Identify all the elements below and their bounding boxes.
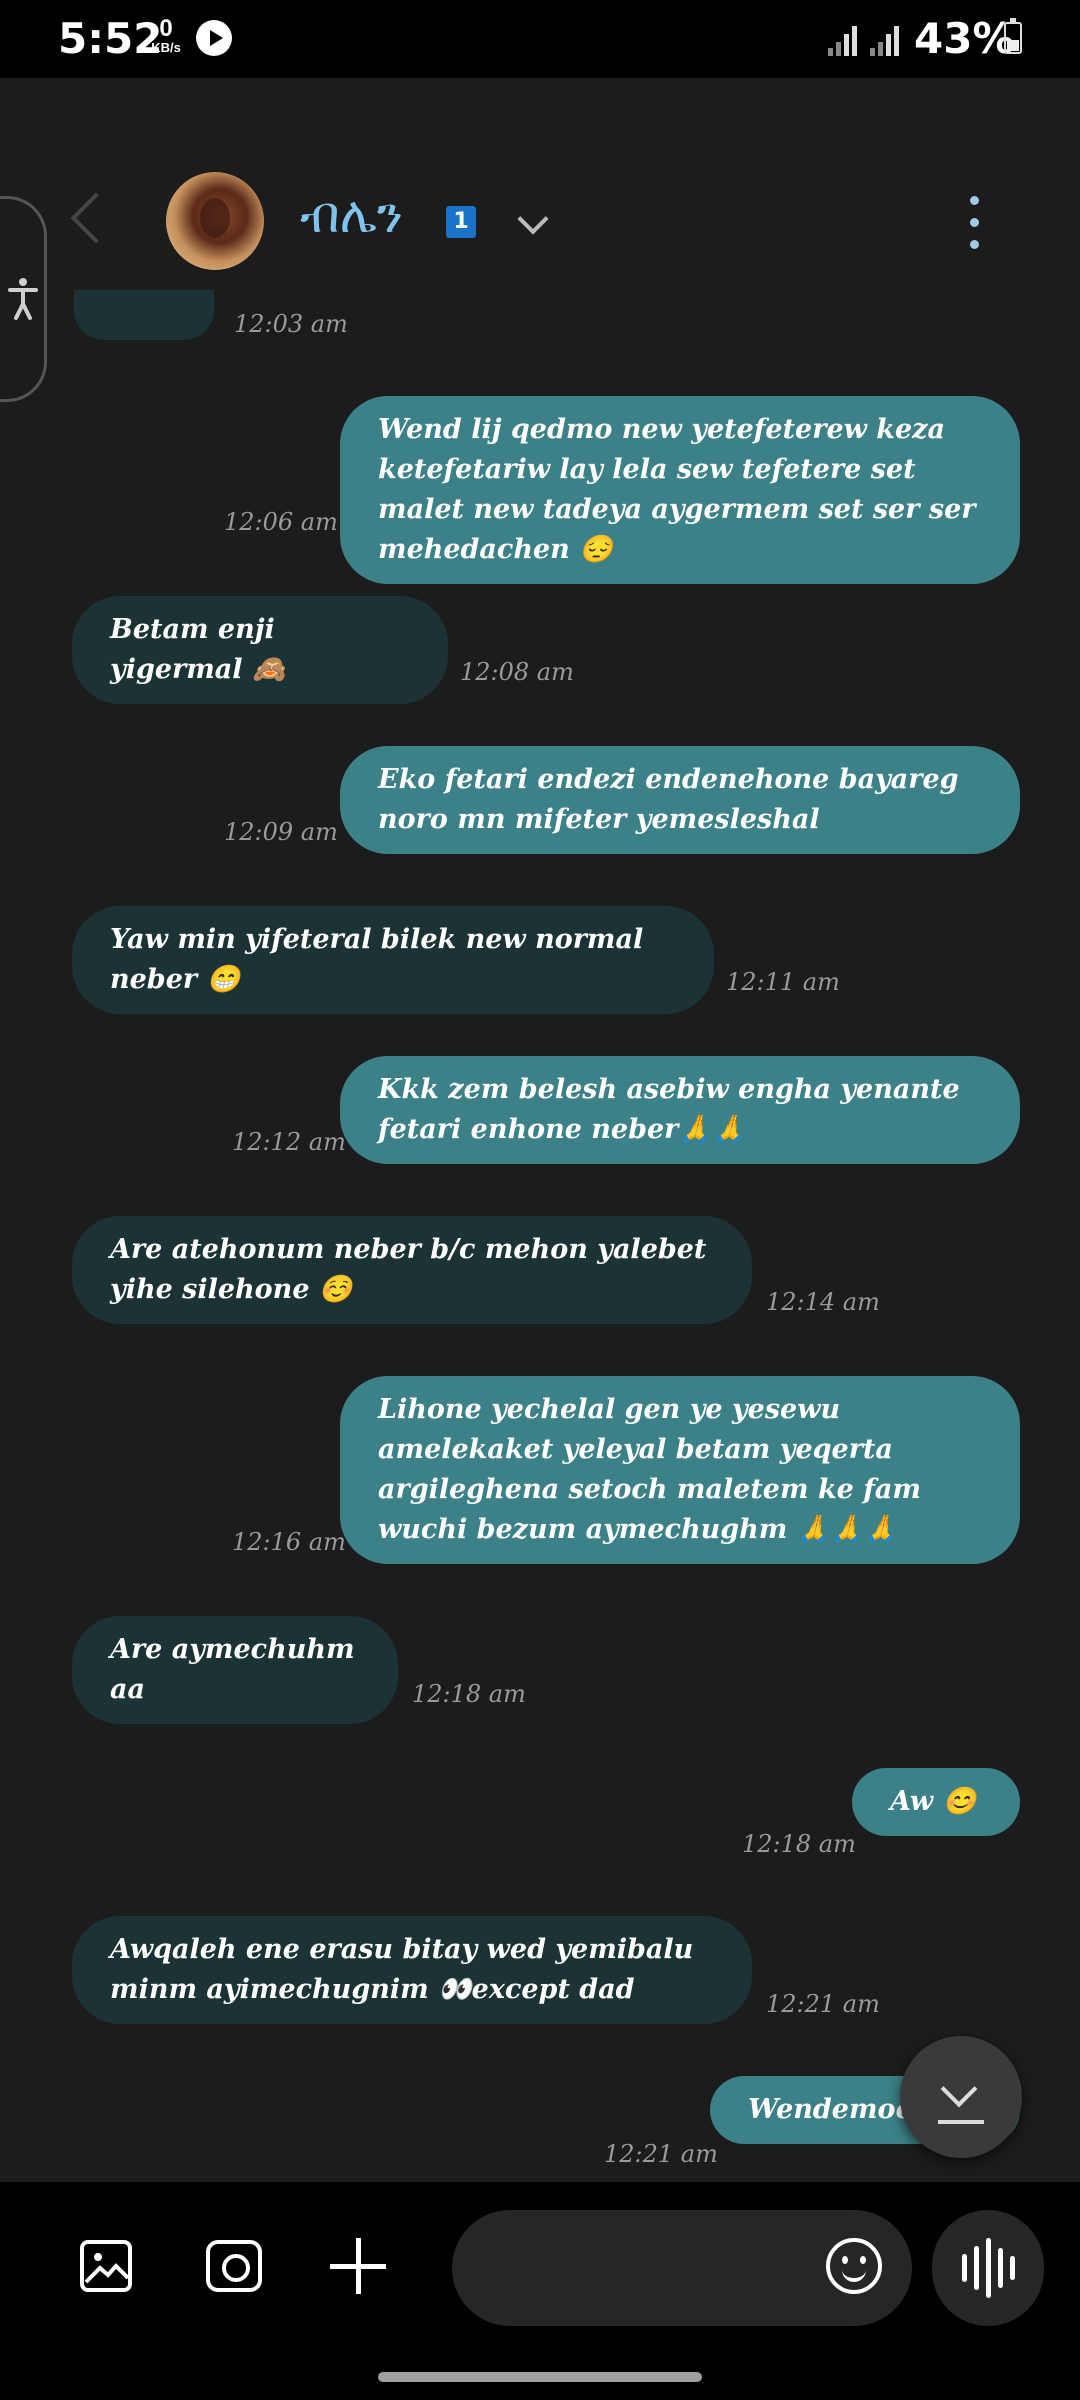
message-bubble-incoming[interactable]: Are aymechuhm aa	[72, 1616, 398, 1724]
status-bar: 5:52 0 KB/s 43%	[0, 0, 1080, 78]
signal-icon-2	[870, 24, 902, 56]
more-options-icon[interactable]	[970, 196, 980, 249]
camera-icon[interactable]	[206, 2240, 262, 2292]
message-bubble-outgoing[interactable]: Kkk zem belesh asebiw engha yenante feta…	[340, 1056, 1020, 1164]
unread-badge: 1	[446, 206, 476, 238]
message-time: 12:12 am	[232, 1128, 346, 1156]
message-bubble-outgoing[interactable]: Aw 😊	[852, 1768, 1020, 1836]
message-time: 12:21 am	[604, 2140, 718, 2168]
network-speed: 0 KB/s	[146, 15, 186, 56]
message-bubble-outgoing[interactable]: Eko fetari endezi endenehone bayareg nor…	[340, 746, 1020, 854]
message-bubble-incoming[interactable]: Are atehonum neber b/c mehon yalebet yih…	[72, 1216, 752, 1324]
emoji-icon[interactable]	[826, 2238, 882, 2294]
add-attachment-icon[interactable]	[330, 2238, 386, 2294]
contact-name[interactable]: ብሌን	[300, 186, 403, 245]
message-bubble-incoming[interactable]: Awqaleh ene erasu bitay wed yemibalu min…	[72, 1916, 752, 2024]
message-time: 12:18 am	[412, 1680, 526, 1708]
contact-avatar[interactable]	[166, 172, 264, 270]
message-bubble-outgoing[interactable]: Wend lij qedmo new yetefeterew keza kete…	[340, 396, 1020, 584]
message-time: 12:08 am	[460, 658, 574, 686]
gallery-icon[interactable]	[80, 2240, 132, 2292]
message-time: 12:11 am	[726, 968, 840, 996]
message-bubble-incoming[interactable]: Betam enji yigermal 🙈	[72, 596, 448, 704]
battery-percent: 43%	[914, 14, 1015, 63]
accessibility-icon[interactable]	[6, 276, 40, 322]
media-play-icon	[196, 20, 232, 56]
message-time: 12:09 am	[224, 818, 338, 846]
message-time: 12:21 am	[766, 1990, 880, 2018]
message-bubble-outgoing[interactable]: Lihone yechelal gen ye yesewu amelekaket…	[340, 1376, 1020, 1564]
message-time: 12:18 am	[742, 1830, 856, 1858]
message-time: 12:03 am	[234, 310, 348, 338]
message-time: 12:14 am	[766, 1288, 880, 1316]
network-speed-value: 0	[159, 15, 173, 42]
scroll-to-bottom-button[interactable]	[900, 2036, 1022, 2158]
network-speed-unit: KB/s	[151, 40, 181, 55]
battery-icon	[1004, 18, 1022, 54]
message-bubble-partial	[74, 290, 214, 340]
voice-message-button[interactable]	[932, 2210, 1044, 2326]
navigation-handle[interactable]	[378, 2372, 702, 2382]
signal-icon	[828, 24, 860, 56]
message-time: 12:06 am	[224, 508, 338, 536]
chevron-down-icon	[940, 2070, 978, 2108]
message-time: 12:16 am	[232, 1528, 346, 1556]
message-bubble-incoming[interactable]: Yaw min yifeteral bilek new normal neber…	[72, 906, 714, 1014]
